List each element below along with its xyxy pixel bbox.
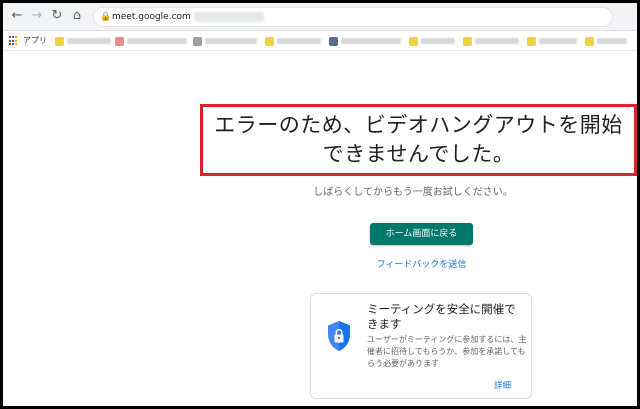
bookmark-item[interactable] xyxy=(463,36,519,46)
address-bar[interactable]: 🔒 meet.google.com xyxy=(93,7,613,27)
error-highlight-box: エラーのため、ビデオハングアウトを開始 できませんでした。 xyxy=(200,104,637,176)
safe-meeting-card: ミーティングを安全に開催できます ユーザーがミーティングに参加するには、主催者に… xyxy=(310,293,532,399)
error-title: エラーのため、ビデオハングアウトを開始 できませんでした。 xyxy=(214,113,623,166)
bookmark-item[interactable] xyxy=(409,36,455,46)
card-description: ユーザーがミーティングに参加するには、主催者に招待してもらうか、参加を承諾しても… xyxy=(367,335,527,368)
url-text: meet.google.com xyxy=(112,12,191,22)
apps-grid-icon[interactable] xyxy=(9,36,19,46)
bookmarks-bar: アプリ xyxy=(3,31,637,51)
bookmark-item[interactable] xyxy=(265,36,321,46)
back-arrow-icon[interactable]: ← xyxy=(9,8,25,24)
browser-window: ← → ↻ ⌂ 🔒 meet.google.com アプリ エラーのため、ビデオ… xyxy=(3,3,637,406)
details-link[interactable]: 詳細 xyxy=(494,380,511,392)
send-feedback-link[interactable]: フィードバックを送信 xyxy=(363,259,480,271)
lock-icon: 🔒 xyxy=(100,12,112,22)
bookmark-item[interactable] xyxy=(115,36,187,46)
apps-label[interactable]: アプリ xyxy=(23,35,47,47)
bookmark-item[interactable] xyxy=(585,36,627,46)
retry-message: しばらくしてからもう一度お試しください。 xyxy=(313,187,513,198)
forward-arrow-icon[interactable]: → xyxy=(29,8,45,24)
card-title: ミーティングを安全に開催できます xyxy=(367,302,516,331)
bookmark-item[interactable] xyxy=(55,36,111,46)
shield-lock-icon xyxy=(328,321,350,351)
reload-icon[interactable]: ↻ xyxy=(49,8,65,24)
bookmark-item[interactable] xyxy=(329,36,401,46)
home-icon[interactable]: ⌂ xyxy=(69,8,85,24)
bookmark-item[interactable] xyxy=(527,36,577,46)
bookmark-item[interactable] xyxy=(193,36,257,46)
browser-toolbar: ← → ↻ ⌂ 🔒 meet.google.com xyxy=(3,3,637,31)
url-path-redacted xyxy=(194,12,264,22)
home-screen-button[interactable]: ホーム画面に戻る xyxy=(370,223,473,245)
